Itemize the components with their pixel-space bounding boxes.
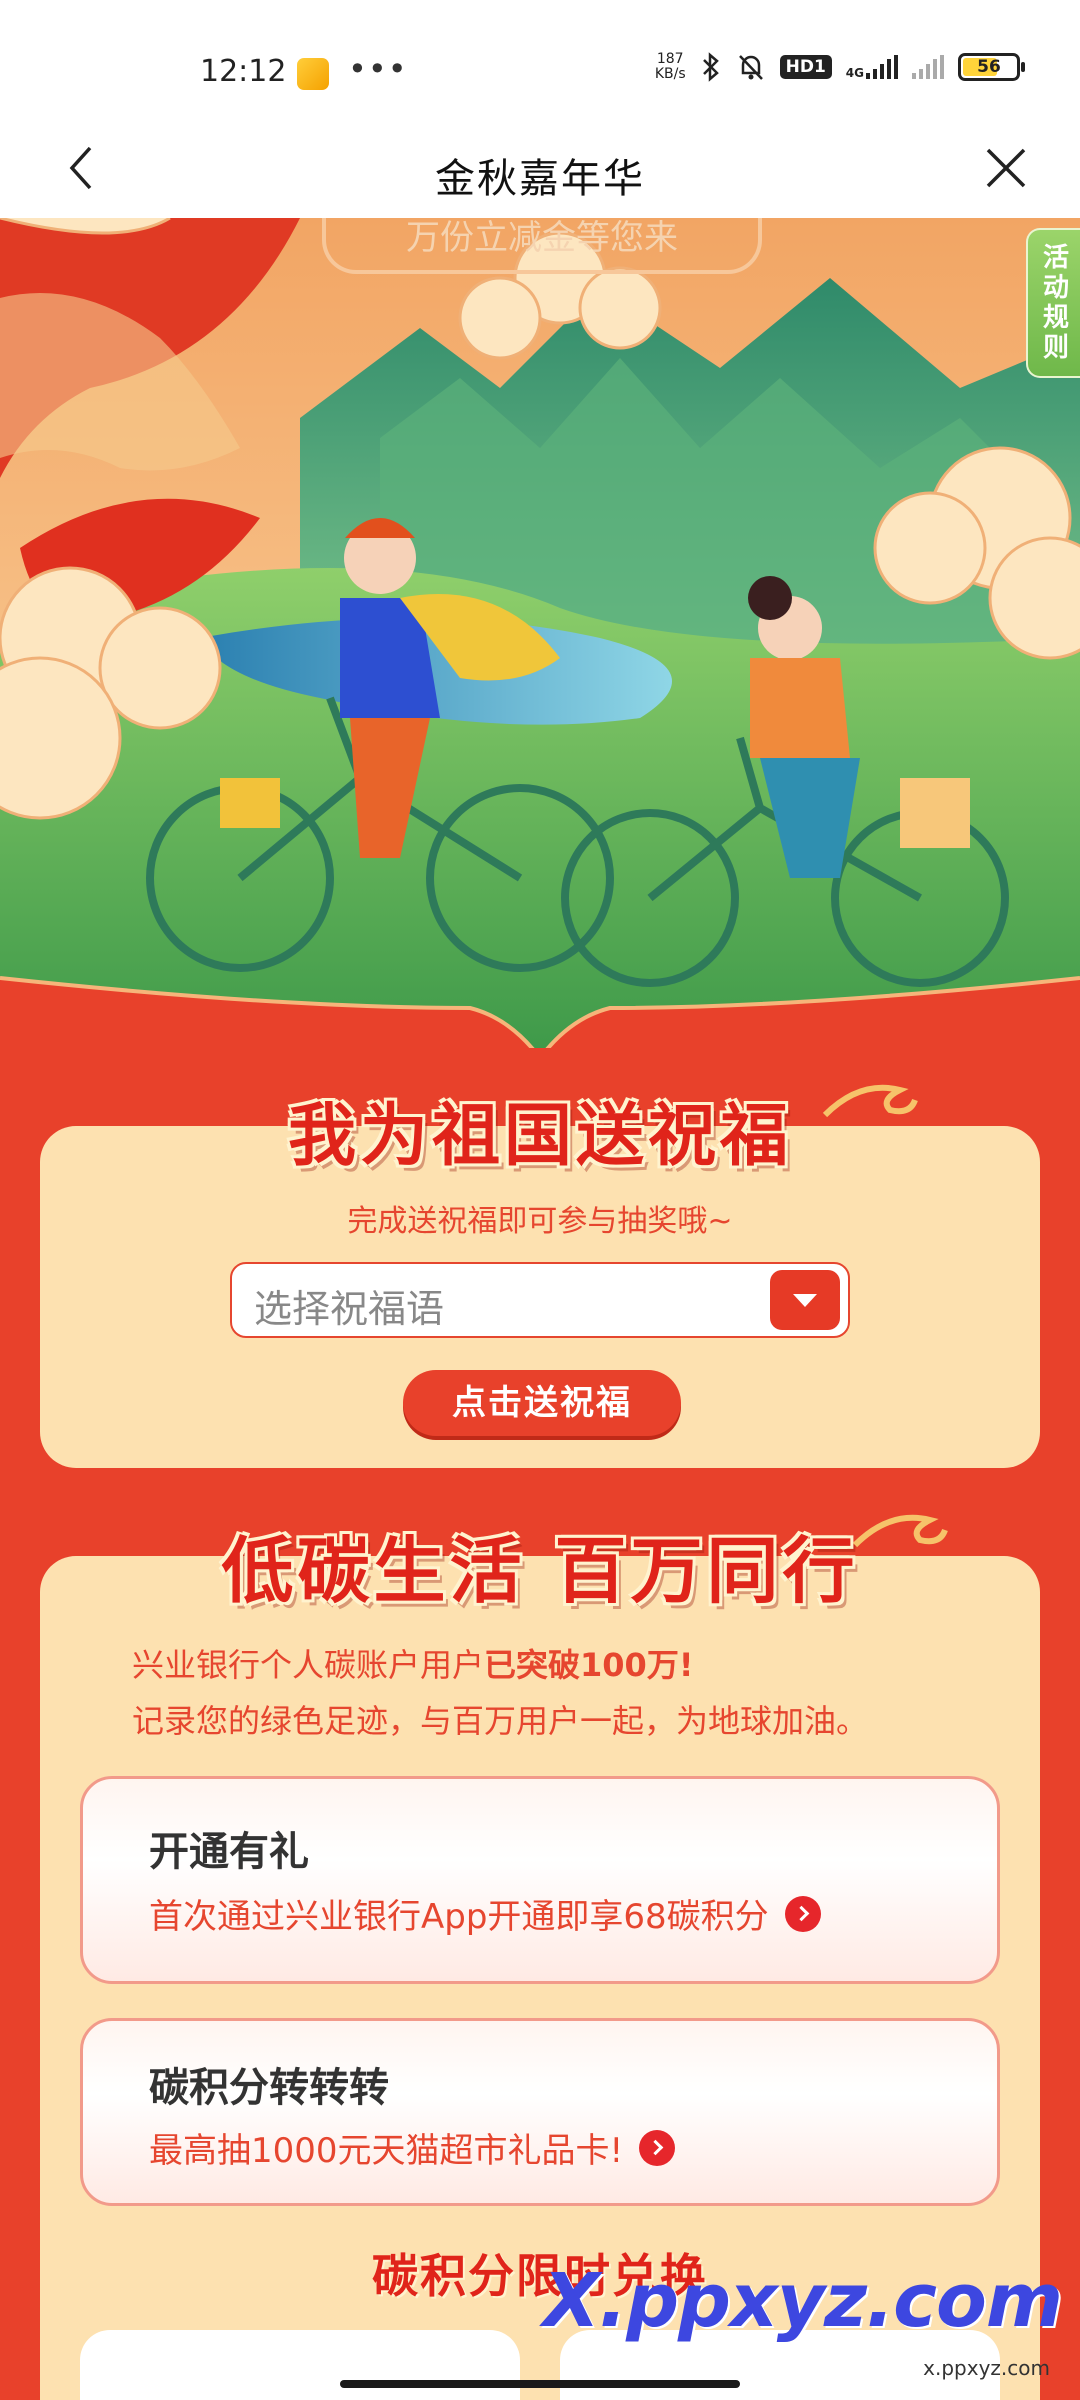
more-notifications-icon: ••• — [348, 50, 408, 88]
hero-banner: 万份立减金等您来 — [322, 218, 762, 274]
blessing-select[interactable]: 选择祝福语 — [230, 1262, 850, 1338]
close-icon — [986, 148, 1026, 188]
close-button[interactable] — [976, 138, 1036, 198]
open-gift-title: 开通有礼 — [149, 1829, 309, 1875]
watermark-url: x.ppxyz.com — [923, 2356, 1050, 2380]
open-gift-desc-text: 首次通过兴业银行App开通即享68碳积分 — [149, 1897, 769, 1937]
network-speed-unit: KB/s — [654, 66, 686, 82]
activity-rules-tab[interactable]: 活动规则 — [1026, 228, 1080, 378]
swirl-decoration-2 — [852, 1514, 948, 1548]
send-blessing-button[interactable]: 点击送祝福 — [403, 1370, 681, 1436]
open-gift-desc: 首次通过兴业银行App开通即享68碳积分 — [149, 1889, 821, 1938]
status-time: 12:12 — [200, 54, 287, 89]
signal-icon — [866, 55, 898, 79]
hero-artwork — [0, 218, 1080, 1048]
carbon-spin-card[interactable]: 碳积分转转转 最高抽1000元天猫超市礼品卡! — [80, 2018, 1000, 2206]
status-icons: 187 KB/s HD1 4G 56 — [655, 52, 1025, 82]
blessing-select-placeholder: 选择祝福语 — [254, 1287, 445, 1331]
network-speed-value: 187 — [656, 51, 684, 67]
page-title: 金秋嘉年华 — [435, 156, 645, 202]
swirl-decoration — [822, 1084, 918, 1118]
blessing-subtitle: 完成送祝福即可参与抽奖哦~ — [347, 1204, 733, 1239]
watermark-logo: X.ppxyz.com — [542, 2258, 1063, 2344]
network-type: 4G — [845, 66, 864, 80]
open-gift-card[interactable]: 开通有礼 首次通过兴业银行App开通即享68碳积分 — [80, 1776, 1000, 1984]
lowcarbon-intro-line2: 记录您的绿色足迹，与百万用户一起，为地球加油。 — [132, 1702, 869, 1740]
lowcarbon-intro-line1: 兴业银行个人碳账户用户已突破100万! — [132, 1640, 693, 1686]
carbon-spin-desc: 最高抽1000元天猫超市礼品卡! — [149, 2123, 676, 2172]
bluetooth-icon — [702, 52, 719, 82]
hero-illustration: 万份立减金等您来 — [0, 218, 1080, 1048]
exchange-item-left[interactable] — [80, 2330, 520, 2400]
mute-bell-icon — [738, 55, 763, 80]
lowcarbon-intro-highlight: 已突破100万! — [484, 1646, 694, 1684]
arrow-right-icon[interactable] — [784, 1895, 821, 1932]
arrow-right-icon[interactable] — [639, 2129, 676, 2166]
lowcarbon-intro-prefix: 兴业银行个人碳账户用户 — [132, 1646, 485, 1684]
title-bar: 金秋嘉年华 — [0, 120, 1080, 218]
network-speed: 187 KB/s — [655, 52, 686, 82]
carbon-spin-title: 碳积分转转转 — [149, 2065, 389, 2111]
chevron-down-icon[interactable] — [770, 1270, 840, 1330]
signal-2-icon — [912, 55, 944, 79]
battery-level: 56 — [977, 57, 1001, 77]
app-notification-icon — [297, 58, 329, 90]
battery-icon: 56 — [958, 53, 1025, 81]
home-indicator[interactable] — [340, 2380, 740, 2388]
status-bar: 12:12 ••• 187 KB/s HD1 4G 56 — [0, 0, 1080, 120]
hd-badge: HD1 — [779, 55, 832, 79]
carbon-spin-desc-text: 最高抽1000元天猫超市礼品卡! — [149, 2131, 624, 2171]
